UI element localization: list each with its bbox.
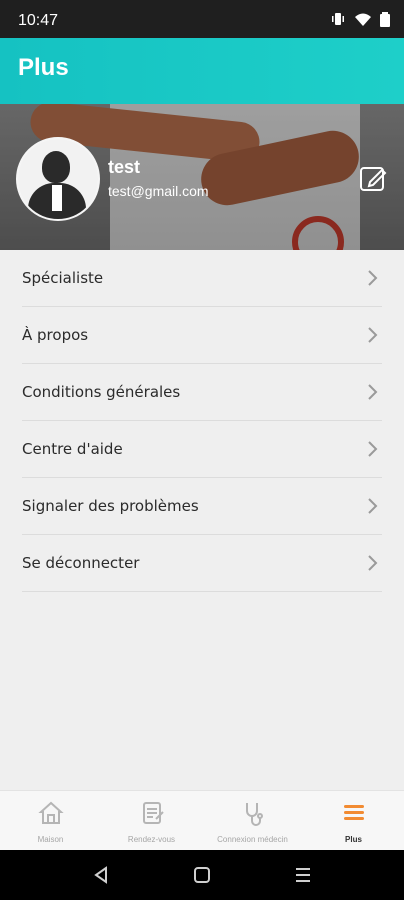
edit-icon [358, 167, 390, 198]
profile-header: test test@gmail.com [0, 104, 404, 250]
menu-item-signaler-problemes[interactable]: Signaler des problèmes [22, 478, 382, 535]
back-icon[interactable] [90, 864, 112, 886]
avatar[interactable] [16, 137, 100, 221]
menu-item-label: Signaler des problèmes [22, 497, 199, 515]
status-icons [330, 11, 390, 30]
menu-item-label: Se déconnecter [22, 554, 140, 572]
nav-label: Rendez-vous [127, 835, 176, 844]
menu-item-specialiste[interactable]: Spécialiste [22, 250, 382, 307]
chevron-right-icon [362, 325, 382, 345]
menu-item-label: À propos [22, 326, 89, 344]
appointment-icon [138, 799, 166, 831]
app-bar: Plus [0, 38, 404, 104]
menu-item-a-propos[interactable]: À propos [22, 307, 382, 364]
nav-item-connexion-medecin[interactable]: Connexion médecin [203, 791, 303, 844]
profile-name: test [108, 157, 141, 177]
chevron-right-icon [362, 382, 382, 402]
avatar-shirt [52, 185, 62, 211]
menu-item-label: Centre d'aide [22, 440, 123, 458]
chevron-right-icon [362, 496, 382, 516]
chevron-right-icon [362, 268, 382, 288]
menu-item-label: Spécialiste [22, 269, 104, 287]
settings-menu: Spécialiste À propos Conditions générale… [0, 250, 404, 592]
battery-icon [380, 11, 390, 30]
status-bar: 10:47 [0, 0, 404, 38]
nav-item-maison[interactable]: Maison [1, 791, 101, 844]
nav-label: Maison [37, 835, 64, 844]
nav-item-plus[interactable]: Plus [304, 791, 404, 844]
home-button-icon[interactable] [191, 864, 213, 886]
menu-item-se-deconnecter[interactable]: Se déconnecter [22, 535, 382, 592]
recents-icon[interactable] [292, 864, 314, 886]
nav-item-rendez-vous[interactable]: Rendez-vous [102, 791, 202, 844]
menu-item-conditions-generales[interactable]: Conditions générales [22, 364, 382, 421]
bottom-navigation: Maison Rendez-vous Connexion médecin Plu… [0, 790, 404, 851]
chevron-right-icon [362, 553, 382, 573]
status-time: 10:47 [18, 12, 59, 29]
chevron-right-icon [362, 439, 382, 459]
home-icon [37, 799, 65, 831]
edit-profile-button[interactable] [358, 162, 390, 194]
nav-label: Plus [345, 835, 362, 844]
menu-item-label: Conditions générales [22, 383, 181, 401]
wifi-icon [354, 11, 372, 30]
system-navigation-bar [0, 850, 404, 900]
stethoscope-icon [239, 799, 267, 831]
avatar-head [42, 151, 70, 183]
page-title: Plus [18, 54, 69, 81]
profile-email: test@gmail.com [108, 183, 209, 199]
menu-icon [340, 799, 368, 831]
vibrate-icon [330, 11, 346, 30]
menu-item-centre-aide[interactable]: Centre d'aide [22, 421, 382, 478]
nav-label: Connexion médecin [217, 835, 288, 844]
